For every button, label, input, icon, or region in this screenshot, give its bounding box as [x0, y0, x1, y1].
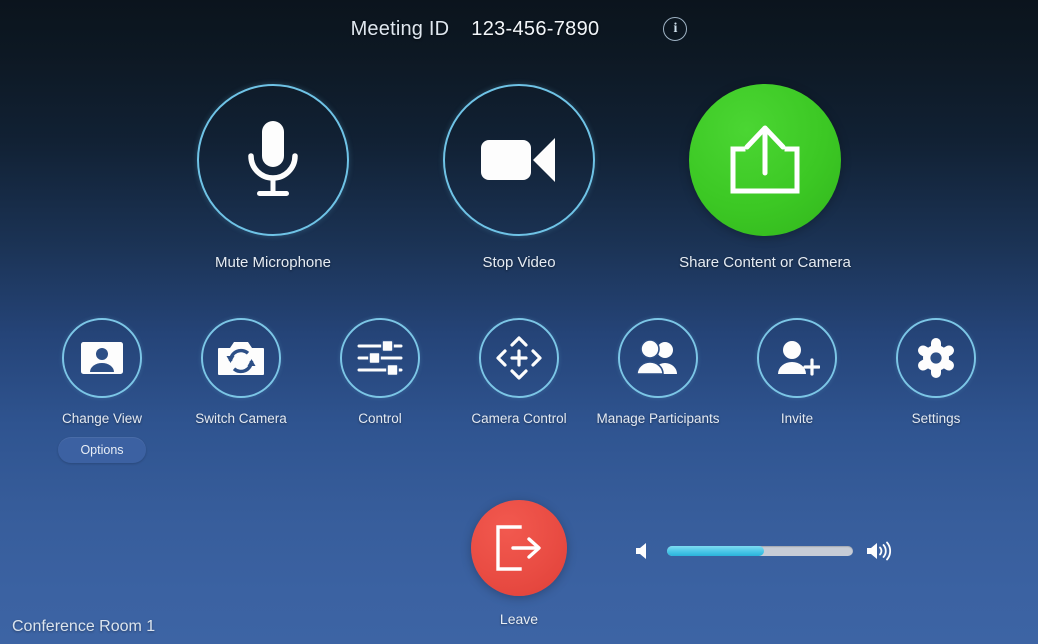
dpad-icon	[494, 334, 544, 382]
control-control: Control	[331, 318, 430, 463]
volume-slider-fill	[667, 546, 764, 556]
meeting-id-value: 123-456-7890	[471, 17, 600, 40]
microphone-icon	[242, 119, 304, 201]
people-icon	[634, 340, 682, 376]
gear-icon	[916, 338, 956, 378]
conference-room-controller-screen: Meeting ID 123-456-7890 i Mute Microphon…	[0, 0, 1038, 644]
options-button[interactable]: Options	[58, 437, 146, 463]
switch-camera-button[interactable]	[201, 318, 281, 398]
volume-slider[interactable]	[667, 546, 853, 556]
control-invite: Invite	[748, 318, 847, 463]
change-view-label: Change View	[61, 411, 143, 426]
leave-label: Leave	[499, 611, 539, 627]
control-manage-participants: Manage Participants	[596, 318, 720, 463]
invite-button[interactable]	[757, 318, 837, 398]
camera-control-label: Camera Control	[471, 411, 567, 426]
stop-video-button[interactable]	[443, 84, 595, 236]
control-mute-microphone: Mute Microphone	[173, 84, 373, 271]
settings-button[interactable]	[896, 318, 976, 398]
share-upload-icon	[727, 123, 803, 197]
mute-microphone-button[interactable]	[197, 84, 349, 236]
share-content-label: Share Content or Camera	[679, 254, 851, 271]
control-switch-camera: Switch Camera	[192, 318, 291, 463]
primary-control-row: Mute Microphone Stop Video Share Content…	[0, 84, 1038, 271]
camera-control-button[interactable]	[479, 318, 559, 398]
change-view-button[interactable]	[62, 318, 142, 398]
control-settings: Settings	[887, 318, 986, 463]
info-icon-glyph: i	[673, 21, 678, 36]
meeting-id-label: Meeting ID	[350, 17, 450, 40]
control-button[interactable]	[340, 318, 420, 398]
camera-switch-icon	[218, 339, 264, 377]
control-stop-video: Stop Video	[419, 84, 619, 271]
control-label: Control	[358, 411, 402, 426]
control-share-content: Share Content or Camera	[665, 84, 865, 271]
secondary-control-row: Change View Options Switch Camera Contro…	[0, 318, 1038, 463]
switch-camera-label: Switch Camera	[195, 411, 287, 426]
speaker-waves-icon[interactable]	[866, 541, 892, 561]
person-add-icon	[774, 340, 820, 376]
manage-participants-button[interactable]	[618, 318, 698, 398]
header-bar: Meeting ID 123-456-7890 i	[0, 0, 1038, 58]
invite-label: Invite	[780, 411, 814, 426]
volume-control	[634, 538, 892, 564]
mute-microphone-label: Mute Microphone	[215, 254, 331, 271]
manage-participants-label: Manage Participants	[596, 411, 720, 426]
info-icon[interactable]: i	[663, 17, 688, 41]
exit-door-icon	[493, 524, 545, 572]
stop-video-label: Stop Video	[482, 254, 556, 271]
control-camera-control: Camera Control	[470, 318, 569, 463]
control-change-view: Change View Options	[53, 318, 152, 463]
video-camera-icon	[479, 132, 559, 188]
settings-label: Settings	[911, 411, 961, 426]
sliders-icon	[357, 340, 403, 376]
share-content-button[interactable]	[689, 84, 841, 236]
person-card-icon	[80, 341, 124, 375]
speaker-mute-icon[interactable]	[634, 541, 654, 561]
room-name-label: Conference Room 1	[12, 618, 156, 635]
leave-button[interactable]	[471, 500, 567, 596]
